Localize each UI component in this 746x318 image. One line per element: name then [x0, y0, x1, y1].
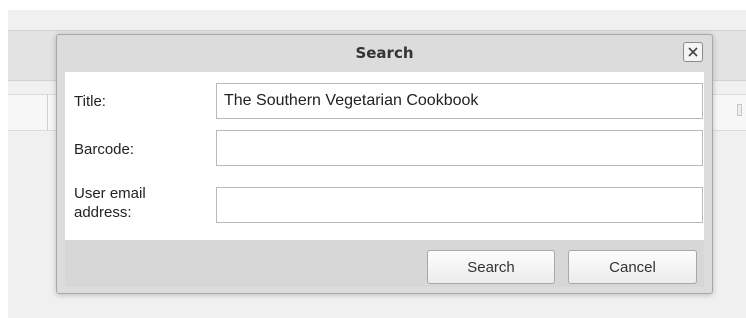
search-form: Title: Barcode: User email address: [65, 72, 704, 240]
title-input[interactable] [216, 83, 703, 119]
app-column-resize-handle [737, 104, 742, 116]
app-column-divider [47, 94, 48, 130]
email-label-line2: address: [74, 204, 132, 221]
cancel-button[interactable]: Cancel [568, 250, 697, 284]
close-button[interactable] [683, 42, 703, 62]
dialog-title: Search [355, 44, 414, 62]
dialog-footer: Search Cancel [65, 240, 704, 287]
title-label: Title: [74, 93, 106, 110]
search-button[interactable]: Search [427, 250, 555, 284]
barcode-input[interactable] [216, 130, 703, 166]
email-input[interactable] [216, 187, 703, 223]
barcode-label: Barcode: [74, 141, 135, 158]
close-icon [688, 47, 698, 57]
search-dialog: Search Title: Barcode: User email addres… [56, 34, 713, 294]
email-label-line1: User email [74, 185, 146, 202]
